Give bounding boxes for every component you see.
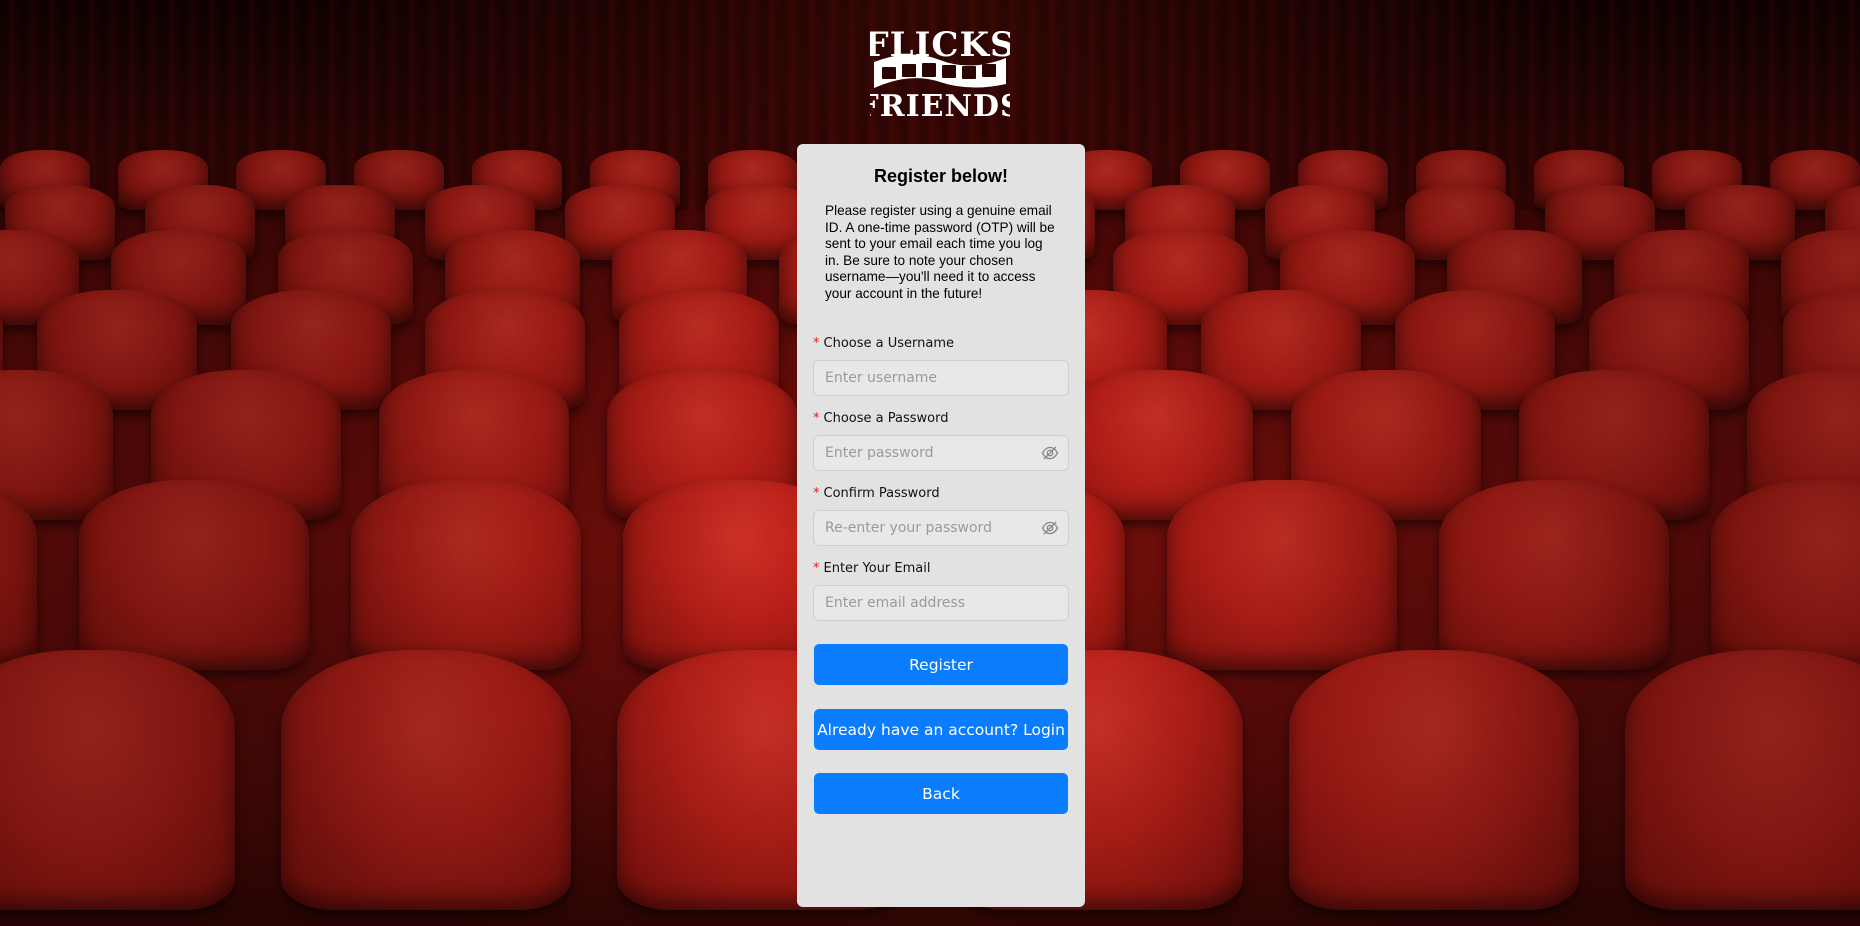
password-input-wrapper (813, 435, 1069, 471)
username-label-text: Choose a Username (823, 336, 955, 351)
email-label-text: Enter Your Email (823, 561, 931, 576)
password-label: * Choose a Password (813, 410, 1069, 428)
theater-seat (1439, 480, 1669, 670)
theater-seat (281, 650, 571, 910)
register-instructions: Please register using a genuine email ID… (825, 203, 1055, 301)
confirm-password-field-group: * Confirm Password (813, 485, 1069, 546)
email-label: * Enter Your Email (813, 560, 1069, 578)
username-input-wrapper (813, 360, 1069, 396)
username-label: * Choose a Username (813, 335, 1069, 353)
logo-text-friends: FRIENDS (870, 89, 1010, 120)
theater-seat (1289, 650, 1579, 910)
confirm-password-input[interactable] (813, 510, 1069, 546)
password-field-group: * Choose a Password (813, 410, 1069, 471)
username-field-group: * Choose a Username (813, 335, 1069, 396)
required-marker: * (813, 336, 820, 351)
email-input-wrapper (813, 585, 1069, 621)
theater-seat (1625, 650, 1860, 910)
confirm-password-label: * Confirm Password (813, 485, 1069, 503)
password-label-text: Choose a Password (823, 411, 949, 426)
theater-seat (79, 480, 309, 670)
register-button[interactable]: Register (814, 644, 1068, 685)
required-marker: * (813, 486, 820, 501)
username-input[interactable] (813, 360, 1069, 396)
theater-seat (1167, 480, 1397, 670)
logo-text-flicks: FLICKS (870, 25, 1010, 65)
email-input[interactable] (813, 585, 1069, 621)
eye-invisible-icon[interactable] (1041, 444, 1059, 462)
login-link-button[interactable]: Already have an account? Login (814, 709, 1068, 750)
eye-invisible-icon[interactable] (1041, 519, 1059, 537)
register-card: Register below! Please register using a … (797, 144, 1085, 907)
theater-seat (351, 480, 581, 670)
flicks-friends-logo: FLICKS FRIENDS (870, 25, 1010, 120)
theater-seat (0, 650, 235, 910)
confirm-password-label-text: Confirm Password (823, 486, 940, 501)
back-button[interactable]: Back (814, 773, 1068, 814)
required-marker: * (813, 561, 820, 576)
confirm-password-input-wrapper (813, 510, 1069, 546)
password-input[interactable] (813, 435, 1069, 471)
required-marker: * (813, 411, 820, 426)
email-field-group: * Enter Your Email (813, 560, 1069, 621)
theater-seat (1711, 480, 1860, 670)
register-title: Register below! (873, 166, 1009, 186)
